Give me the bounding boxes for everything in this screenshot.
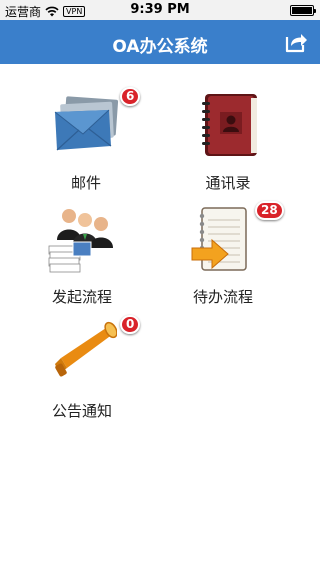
notepad-arrow-icon bbox=[191, 207, 247, 271]
contacts-menu-item[interactable]: 通讯录 bbox=[178, 90, 278, 200]
megaphone-icon bbox=[55, 321, 117, 377]
share-button[interactable] bbox=[282, 28, 310, 56]
unread-count-badge: 6 bbox=[120, 87, 141, 106]
notice-menu-item[interactable]: 0 公告通知 bbox=[32, 315, 141, 428]
pending-process-label: 待办流程 bbox=[192, 288, 253, 306]
pending-process-menu-item[interactable]: 28 待办流程 bbox=[173, 201, 284, 314]
mail-menu-item[interactable]: 6 邮件 bbox=[36, 87, 141, 200]
envelopes-icon bbox=[54, 96, 119, 151]
notice-count-badge: 0 bbox=[120, 315, 141, 334]
share-icon bbox=[285, 34, 307, 53]
pending-count-badge: 28 bbox=[255, 201, 284, 220]
people-documents-icon bbox=[48, 209, 113, 273]
start-process-menu-item[interactable]: 发起流程 bbox=[32, 204, 132, 314]
status-time: 9:39 PM bbox=[130, 2, 190, 17]
start-process-label: 发起流程 bbox=[51, 288, 112, 306]
nav-bar: OA办公系统 bbox=[0, 20, 320, 64]
address-book-icon bbox=[202, 94, 257, 156]
status-bar: 运营商 VPN 9:39 PM bbox=[0, 0, 320, 20]
page-title: OA办公系统 bbox=[112, 37, 208, 57]
contacts-label: 通讯录 bbox=[205, 174, 251, 192]
mail-label: 邮件 bbox=[70, 174, 101, 192]
battery-icon bbox=[290, 5, 316, 16]
notice-label: 公告通知 bbox=[51, 402, 112, 420]
